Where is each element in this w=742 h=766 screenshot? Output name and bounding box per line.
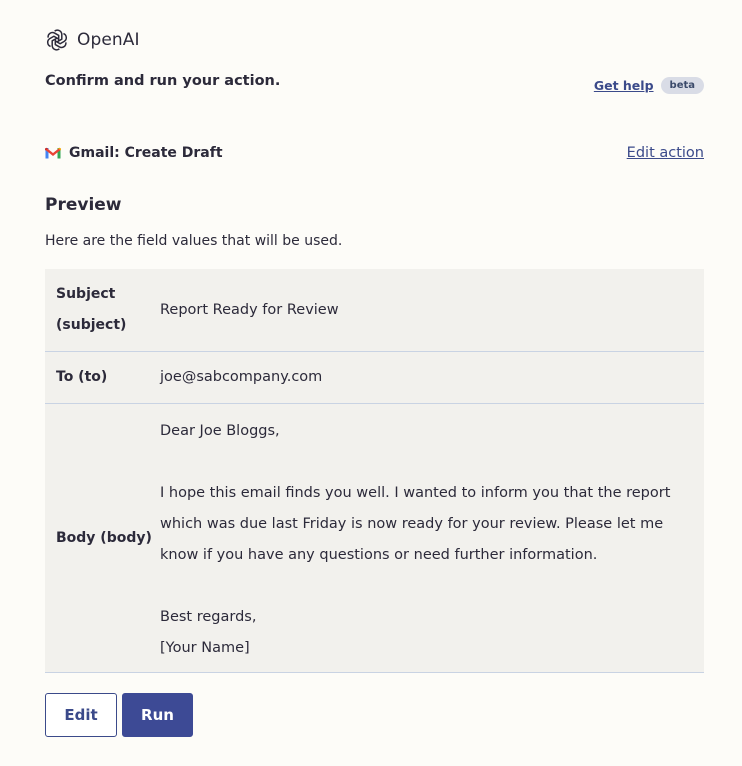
action-buttons: Edit Run	[45, 693, 193, 737]
get-help-link[interactable]: Get help	[594, 78, 654, 93]
field-label: To (to)	[56, 369, 108, 385]
field-row-subject: Subject (subject) Report Ready for Revie…	[45, 269, 704, 352]
openai-logo-icon	[46, 29, 68, 51]
brand-name: OpenAI	[77, 30, 140, 50]
action-info: Gmail: Create Draft	[45, 145, 223, 161]
edit-action-link[interactable]: Edit action	[627, 145, 704, 161]
help-area: Get help beta	[594, 77, 704, 94]
field-label: Body (body)	[56, 529, 152, 546]
preview-description: Here are the field values that will be u…	[45, 233, 343, 249]
gmail-icon	[45, 147, 61, 159]
field-row-to: To (to) joe@sabcompany.com	[45, 352, 704, 404]
action-title: Gmail: Create Draft	[69, 145, 223, 161]
beta-badge: beta	[660, 77, 704, 94]
field-label: Subject (subject)	[56, 286, 127, 333]
preview-heading: Preview	[45, 195, 122, 215]
brand: OpenAI	[45, 28, 140, 52]
field-values-table: Subject (subject) Report Ready for Revie…	[45, 269, 704, 673]
page-headline: Confirm and run your action.	[45, 73, 281, 89]
field-row-body: Body (body) Dear Joe Bloggs, I hope this…	[45, 404, 704, 673]
page: OpenAI Confirm and run your action. Get …	[0, 0, 742, 766]
edit-button[interactable]: Edit	[45, 693, 117, 737]
field-value: joe@sabcompany.com	[160, 369, 323, 385]
run-button[interactable]: Run	[122, 693, 193, 737]
field-value: Report Ready for Review	[160, 301, 339, 318]
field-value: Dear Joe Bloggs, I hope this email finds…	[160, 423, 671, 656]
action-row: Gmail: Create Draft Edit action	[45, 145, 704, 161]
